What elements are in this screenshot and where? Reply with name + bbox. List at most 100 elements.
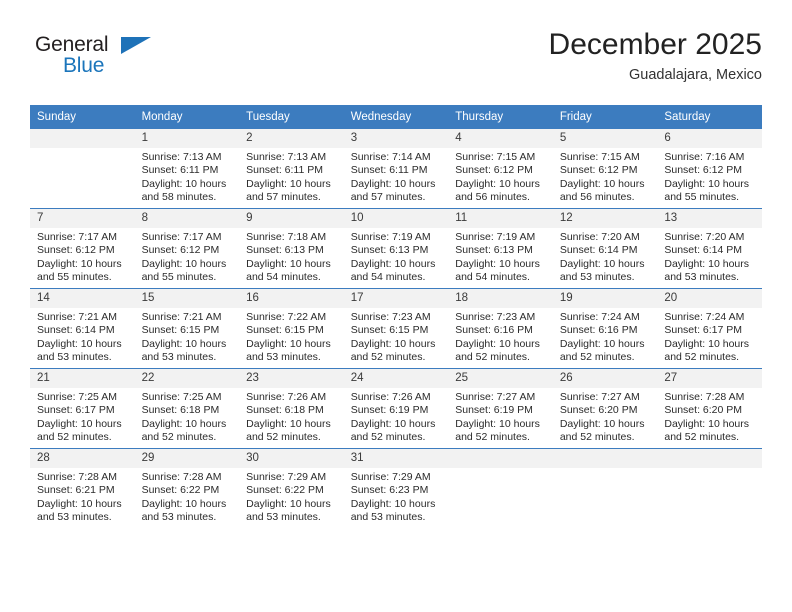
calendar-day-cell[interactable]: 22 Sunrise: 7:25 AM Sunset: 6:18 PM Dayligh… [134,368,240,449]
daylight-text: Daylight: 10 hours [664,177,750,190]
calendar-day-cell[interactable]: 17 Sunrise: 7:23 AM Sunset: 6:15 PM Dayligh… [343,288,449,369]
calendar-day-cell[interactable]: 23 Sunrise: 7:26 AM Sunset: 6:18 PM Dayligh… [239,368,344,449]
calendar-day-cell[interactable]: 1 Sunrise: 7:13 AM Sunset: 6:11 PM Daylight… [134,128,240,209]
sunset-text: Sunset: 6:14 PM [559,244,638,257]
calendar-day-cell[interactable]: 30 Sunrise: 7:29 AM Sunset: 6:22 PM Dayligh… [239,448,344,528]
page-header: General Blue December 2025 Guadalajara, … [30,28,762,98]
brand-logo[interactable]: General Blue [35,34,165,90]
calendar-day-cell[interactable]: 2 Sunrise: 7:13 AM Sunset: 6:11 PM Daylight… [239,128,344,209]
calendar-day-cell[interactable]: 24 Sunrise: 7:26 AM Sunset: 6:19 PM Dayligh… [343,368,449,449]
sunrise-text: Sunrise: 7:27 AM [559,391,640,403]
calendar-day-cell[interactable]: 20 Sunrise: 7:24 AM Sunset: 6:17 PM Dayligh… [657,288,762,369]
calendar-day-cell[interactable]: 28 Sunrise: 7:28 AM Sunset: 6:21 PM Dayligh… [30,448,135,528]
sunrise-text: Sunrise: 7:13 AM [246,151,327,163]
calendar-table: Sunday Monday Tuesday Wednesday Thursday… [30,105,762,528]
calendar-day-cell[interactable]: 15 Sunrise: 7:21 AM Sunset: 6:15 PM Dayligh… [134,288,240,369]
daylight-text-cont: and 52 minutes. [559,431,635,444]
day-details: Sunrise: 7:27 AM Sunset: 6:19 PM Daylight:… [448,388,553,445]
daylight-text: Daylight: 10 hours [246,337,331,350]
day-number [448,449,553,468]
calendar-body: 1 Sunrise: 7:13 AM Sunset: 6:11 PM Daylight… [30,128,762,528]
sunrise-text: Sunrise: 7:18 AM [246,231,327,243]
day-number: 25 [448,369,553,388]
calendar-day-cell[interactable]: 27 Sunrise: 7:28 AM Sunset: 6:20 PM Dayligh… [657,368,762,449]
calendar-week-row: 28 Sunrise: 7:28 AM Sunset: 6:21 PM Dayligh… [30,448,762,528]
daylight-text-cont: and 55 minutes. [37,271,112,284]
day-details: Sunrise: 7:26 AM Sunset: 6:19 PM Daylight:… [344,388,449,445]
calendar-day-cell[interactable]: 18 Sunrise: 7:23 AM Sunset: 6:16 PM Dayligh… [448,288,553,369]
sunset-text: Sunset: 6:16 PM [559,324,638,337]
sunset-text: Sunset: 6:11 PM [141,164,219,177]
calendar-day-cell[interactable]: 3 Sunrise: 7:14 AM Sunset: 6:11 PM Daylight… [343,128,449,209]
sunset-text: Sunset: 6:11 PM [350,164,428,177]
calendar-day-cell[interactable]: 9 Sunrise: 7:18 AM Sunset: 6:13 PM Daylight… [239,208,344,289]
day-details: Sunrise: 7:18 AM Sunset: 6:13 PM Daylight:… [239,228,344,285]
day-number: 20 [657,289,762,308]
daylight-text-cont: and 53 minutes. [246,511,321,524]
sunrise-text: Sunrise: 7:23 AM [455,311,536,323]
calendar-day-cell[interactable]: 12 Sunrise: 7:20 AM Sunset: 6:14 PM Dayligh… [552,208,658,289]
daylight-text: Daylight: 10 hours [141,337,227,350]
sunrise-text: Sunrise: 7:26 AM [246,391,327,403]
calendar-day-cell[interactable]: 21 Sunrise: 7:25 AM Sunset: 6:17 PM Dayligh… [30,368,135,449]
sunrise-text: Sunrise: 7:17 AM [141,231,222,243]
calendar-day-cell[interactable]: 16 Sunrise: 7:22 AM Sunset: 6:15 PM Dayligh… [239,288,344,369]
sunset-text: Sunset: 6:15 PM [350,324,429,337]
weekday-header-wednesday: Wednesday [343,105,449,129]
day-details [30,148,135,151]
daylight-text: Daylight: 10 hours [350,337,436,350]
daylight-text-cont: and 53 minutes. [246,351,321,364]
weekday-header-thursday: Thursday [448,105,553,129]
day-details: Sunrise: 7:29 AM Sunset: 6:22 PM Daylight:… [239,468,344,525]
daylight-text-cont: and 52 minutes. [664,351,740,364]
sunset-text: Sunset: 6:19 PM [455,404,533,417]
daylight-text-cont: and 52 minutes. [350,431,426,444]
calendar-day-cell[interactable]: 5 Sunrise: 7:15 AM Sunset: 6:12 PM Daylight… [552,128,658,209]
day-number: 3 [343,129,449,148]
sunrise-text: Sunrise: 7:19 AM [350,231,431,243]
day-details: Sunrise: 7:13 AM Sunset: 6:11 PM Daylight:… [239,148,344,205]
calendar-day-cell[interactable]: 7 Sunrise: 7:17 AM Sunset: 6:12 PM Daylight… [30,208,135,289]
daylight-text-cont: and 52 minutes. [664,431,740,444]
day-details: Sunrise: 7:28 AM Sunset: 6:20 PM Daylight:… [657,388,762,445]
day-number: 13 [657,209,762,228]
daylight-text: Daylight: 10 hours [664,417,750,430]
daylight-text-cont: and 52 minutes. [455,351,530,364]
daylight-text-cont: and 55 minutes. [141,271,217,284]
day-number: 14 [30,289,135,308]
brand-name-blue: Blue [63,54,105,77]
sunset-text: Sunset: 6:12 PM [37,244,115,257]
day-details: Sunrise: 7:22 AM Sunset: 6:15 PM Daylight:… [239,308,344,365]
daylight-text-cont: and 53 minutes. [664,271,740,284]
calendar-day-cell-empty [657,448,762,528]
day-number: 2 [239,129,344,148]
calendar-day-cell[interactable]: 14 Sunrise: 7:21 AM Sunset: 6:14 PM Dayligh… [30,288,135,369]
calendar-day-cell[interactable]: 13 Sunrise: 7:20 AM Sunset: 6:14 PM Dayligh… [657,208,762,289]
calendar-day-cell[interactable]: 8 Sunrise: 7:17 AM Sunset: 6:12 PM Daylight… [134,208,240,289]
daylight-text: Daylight: 10 hours [350,497,436,510]
sunset-text: Sunset: 6:17 PM [664,324,743,337]
calendar-day-cell[interactable]: 29 Sunrise: 7:28 AM Sunset: 6:22 PM Dayligh… [134,448,240,528]
calendar-day-cell[interactable]: 19 Sunrise: 7:24 AM Sunset: 6:16 PM Dayligh… [552,288,658,369]
day-details [657,468,762,471]
calendar-day-cell[interactable]: 10 Sunrise: 7:19 AM Sunset: 6:13 PM Dayligh… [343,208,449,289]
calendar-day-cell[interactable]: 25 Sunrise: 7:27 AM Sunset: 6:19 PM Dayligh… [448,368,553,449]
daylight-text: Daylight: 10 hours [559,257,645,270]
day-number: 18 [448,289,553,308]
sunrise-text: Sunrise: 7:13 AM [141,151,222,163]
daylight-text: Daylight: 10 hours [455,257,540,270]
calendar-day-cell[interactable]: 4 Sunrise: 7:15 AM Sunset: 6:12 PM Daylight… [448,128,553,209]
sunset-text: Sunset: 6:17 PM [37,404,115,417]
calendar-day-cell[interactable]: 11 Sunrise: 7:19 AM Sunset: 6:13 PM Dayligh… [448,208,553,289]
day-number: 16 [239,289,344,308]
daylight-text-cont: and 56 minutes. [455,191,530,204]
calendar-day-cell[interactable]: 26 Sunrise: 7:27 AM Sunset: 6:20 PM Dayligh… [552,368,658,449]
sunset-text: Sunset: 6:18 PM [141,404,220,417]
day-details: Sunrise: 7:24 AM Sunset: 6:16 PM Daylight:… [553,308,658,365]
calendar-day-cell[interactable]: 31 Sunrise: 7:29 AM Sunset: 6:23 PM Dayligh… [343,448,449,528]
sunset-text: Sunset: 6:12 PM [559,164,638,177]
daylight-text: Daylight: 10 hours [664,337,750,350]
day-number: 23 [239,369,344,388]
sunset-text: Sunset: 6:11 PM [246,164,323,177]
calendar-day-cell[interactable]: 6 Sunrise: 7:16 AM Sunset: 6:12 PM Daylight… [657,128,762,209]
